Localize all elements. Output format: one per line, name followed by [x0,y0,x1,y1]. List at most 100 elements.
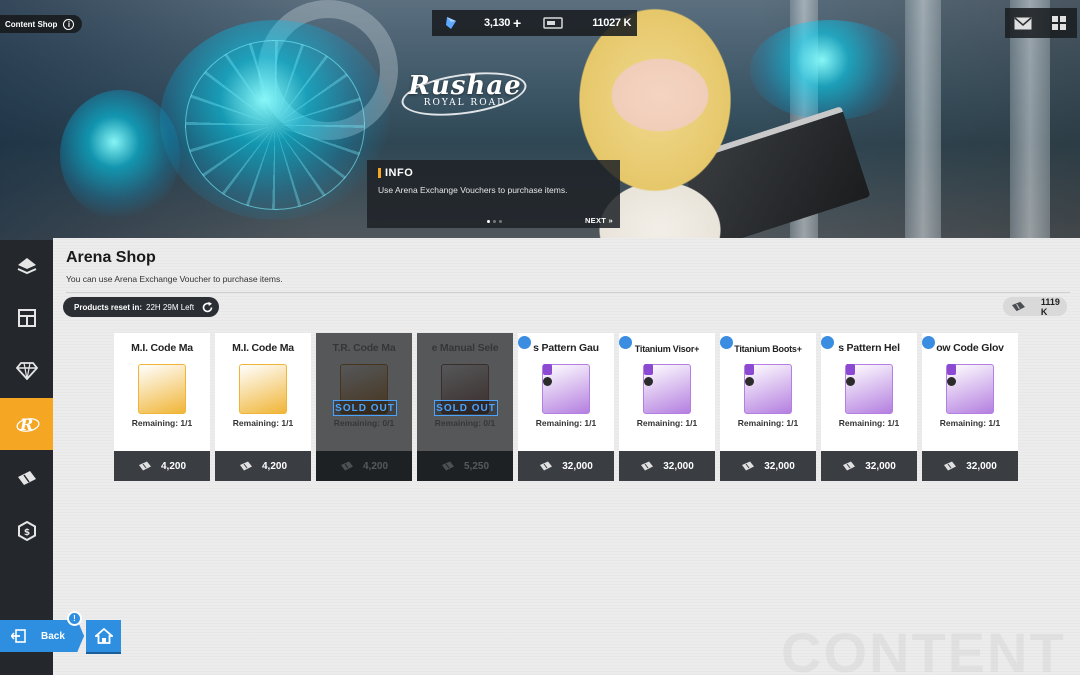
hologram-globe-grid [185,40,365,210]
shop-item-card[interactable]: ow Code Glov Remaining: 1/1 32,000 [922,333,1018,481]
reset-label: Products reset in: [74,302,143,312]
item-price: 32,000 [865,460,896,472]
item-remaining: Remaining: 1/1 [737,418,799,428]
item-price: 32,000 [663,460,694,472]
sidebar-item-arena-shop[interactable]: R [0,398,62,450]
tier-badge-icon [947,364,956,375]
item-price-bar[interactable]: 32,000 [619,451,715,481]
item-price-bar[interactable]: 32,000 [720,451,816,481]
info-next-button[interactable]: NEXT » [585,216,613,225]
item-price-bar[interactable]: 4,200 [215,451,311,481]
building-pillar [905,0,941,240]
set-badge-icon [644,377,653,386]
reset-timer: Products reset in: 22H 29M Left [63,297,220,317]
shop-item-card[interactable]: s Pattern Hel Remaining: 1/1 32,000 [821,333,917,481]
shop-panel: CONTENT Arena Shop You can use Arena Exc… [53,238,1080,675]
item-remaining: Remaining: 1/1 [838,418,900,428]
recommended-pin-icon [821,336,834,349]
sidebar-item-store[interactable] [0,292,53,344]
notification-badge: ! [67,611,82,626]
item-price: 32,000 [562,460,593,472]
diamond-icon [15,362,38,380]
watermark: CONTENT [781,620,1066,675]
credit-count: 11027 K [592,17,632,29]
recommended-pin-icon [720,336,733,349]
shop-item-card[interactable]: M.I. Code Ma Remaining: 1/1 4,200 [114,333,210,481]
sidebar-item-gem-shop[interactable] [0,345,53,397]
shop-item-card[interactable]: s Pattern Gau Remaining: 1/1 32,000 [518,333,614,481]
sidebar-item-general-shop[interactable] [0,240,53,292]
info-title: INFO [378,167,609,179]
set-badge-icon [745,377,754,386]
home-button[interactable] [86,620,121,652]
shop-item-card[interactable]: M.I. Code Ma Remaining: 1/1 4,200 [215,333,311,481]
sidebar-item-voucher-shop[interactable] [0,452,53,504]
item-price: 4,200 [160,460,187,472]
page-dot[interactable] [487,220,490,223]
item-price-bar[interactable]: 32,000 [922,451,1018,481]
sold-out-stamp: SOLD OUT [333,400,397,416]
voucher-icon [138,461,151,471]
item-remaining: Remaining: 1/1 [232,418,294,428]
info-text: Use Arena Exchange Vouchers to purchase … [378,185,568,195]
mail-icon [1014,16,1032,29]
gem-count: 3,130 [484,17,511,29]
stack-icon [17,258,36,275]
voucher-icon [641,461,654,471]
ticket-icon [17,471,36,485]
info-icon[interactable]: i [63,18,75,30]
shop-item-card[interactable]: Titanium Visor+ Remaining: 1/1 32,000 [619,333,715,481]
item-price-bar[interactable]: 32,000 [821,451,917,481]
item-name: M.I. Code Ma [232,342,294,354]
divider [66,292,1070,293]
recommended-pin-icon [619,336,632,349]
set-badge-icon [543,377,552,386]
item-remaining: Remaining: 1/1 [939,418,1001,428]
arena-emblem-icon: R [15,415,40,434]
voucher-balance: 1119 K [1003,297,1067,317]
page-description: You can use Arena Exchange Voucher to pu… [66,274,283,284]
set-badge-icon [846,377,855,386]
grid-icon [1051,15,1066,30]
item-price-bar[interactable]: 4,200 [114,451,210,481]
item-price-bar[interactable]: 32,000 [518,451,614,481]
info-page-dots [487,220,502,223]
voucher-icon [843,461,856,471]
shop-item-card[interactable]: Titanium Boots+ Remaining: 1/1 32,000 [720,333,816,481]
add-gems-button[interactable]: + [513,15,521,31]
logo-subtitle: ROYAL ROAD [423,98,507,108]
content-shop-label: Content Shop [5,19,58,29]
back-label: Back [41,630,65,642]
item-price: 4,200 [261,460,288,472]
voucher-icon [1011,301,1025,312]
refresh-icon [202,301,213,312]
page-dot[interactable] [499,220,502,223]
page-dot[interactable] [493,220,496,223]
recommended-pin-icon [518,336,531,349]
reset-time: 22H 29M Left [146,302,195,312]
hexagon-icon: $ [17,521,36,541]
shop-item-card[interactable]: e Manual Sele Remaining: 0/1 5,250 SOLD … [417,333,513,481]
refresh-button[interactable] [200,300,215,315]
set-badge-icon [947,377,956,386]
item-remaining: Remaining: 1/1 [535,418,597,428]
voucher-icon [540,461,553,471]
info-accent-bar [378,168,381,178]
content-shop-tag[interactable]: Content Shop i [0,15,83,33]
item-icon [138,364,186,414]
tier-badge-icon [846,364,855,375]
info-title-text: INFO [385,167,414,179]
info-panel: INFO Use Arena Exchange Vouchers to purc… [367,160,620,228]
top-right-buttons [1005,8,1077,38]
item-name: Titanium Boots+ [734,344,802,354]
tier-badge-icon [543,364,552,375]
shop-item-card[interactable]: T.R. Code Ma Remaining: 0/1 4,200 SOLD O… [316,333,412,481]
item-list: M.I. Code Ma Remaining: 1/1 4,200 M.I. C… [114,333,1018,481]
sidebar-item-exchange-shop[interactable]: $ [0,505,53,557]
shop-logo: Rushae ROYAL ROAD [395,65,535,124]
recommended-pin-icon [922,336,935,349]
menu-grid-button[interactable] [1048,12,1070,34]
item-price: 32,000 [966,460,997,472]
banner: Rushae ROYAL ROAD Content Shop i 3,130 +… [0,0,1080,240]
mail-button[interactable] [1012,12,1034,34]
